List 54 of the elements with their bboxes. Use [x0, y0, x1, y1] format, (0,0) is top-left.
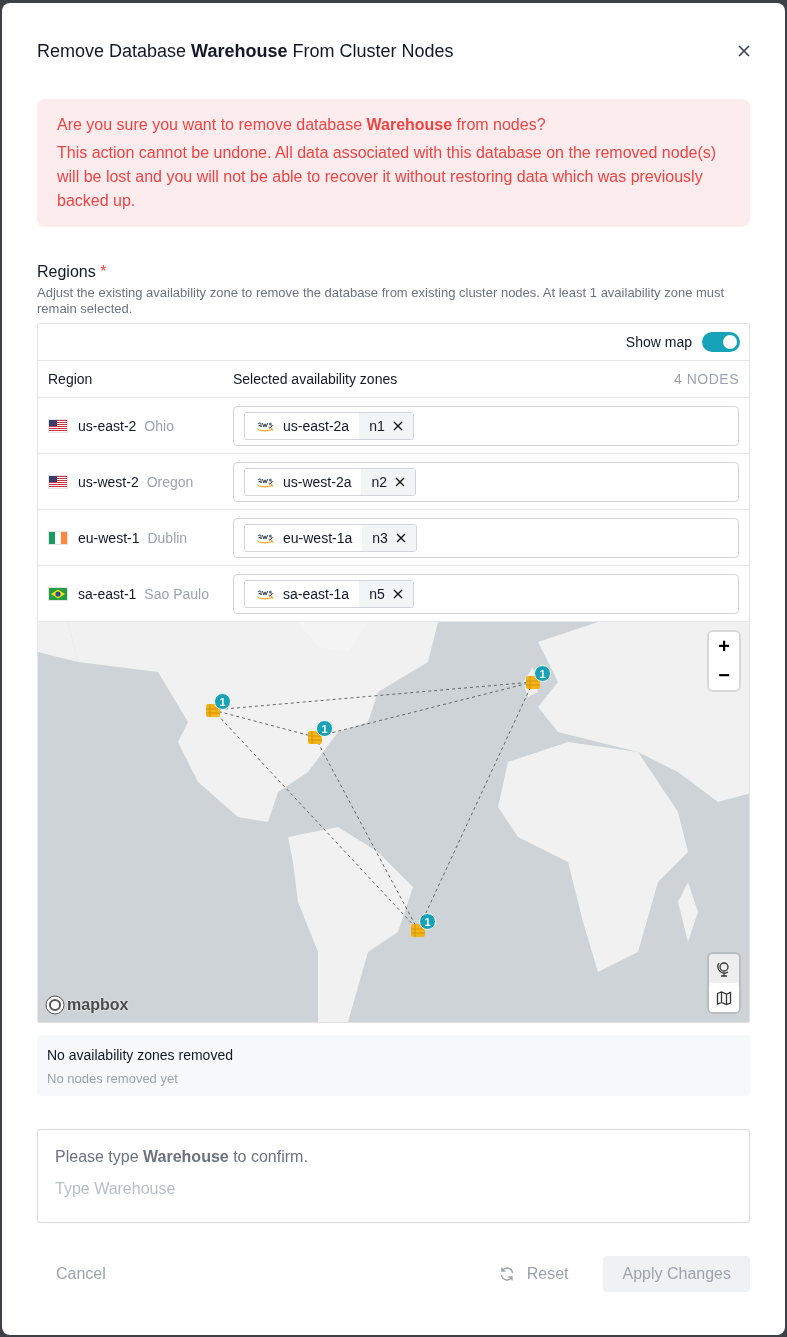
summary-subtitle: No nodes removed yet [47, 1071, 179, 1086]
zone-name: us-east-2a [283, 417, 350, 434]
node-tag: n3 [362, 524, 394, 551]
database-marker-icon[interactable] [410, 922, 426, 938]
node-tag: n1 [359, 412, 391, 439]
node-count: 4 NODES [674, 371, 739, 387]
field-label: Regions [37, 263, 96, 280]
field-hint: Adjust the existing availability zone to remove the database from existing cluster nodes. At least 1 availability zone must remain selected. [37, 285, 726, 317]
zone-name: eu-west-1a [283, 529, 353, 546]
alert-heading: Are you sure you want to remove database Warehouse from nodes? [57, 115, 547, 135]
zone-select[interactable]: us-west-2a n2 [233, 461, 739, 502]
dialog-title: Remove Database Warehouse From Cluster Nodes [37, 40, 454, 62]
us-flag-icon [48, 418, 68, 433]
database-marker-icon[interactable] [205, 702, 221, 718]
us-flag-icon [48, 474, 68, 489]
region-city: Ohio [144, 417, 174, 434]
database-marker-icon[interactable] [307, 729, 323, 745]
region-city: Dublin [147, 529, 188, 546]
mapbox-wordmark: mapbox [67, 996, 129, 1014]
aws-logo-icon [255, 531, 275, 544]
zone-select[interactable]: us-east-2a n1 [233, 405, 739, 446]
node-tag: n2 [361, 468, 394, 495]
summary-title: No availability zones removed [47, 1047, 234, 1063]
map-icon[interactable] [709, 983, 739, 1012]
region-city: Oregon [146, 473, 194, 490]
region-code: us-east-2 [78, 417, 137, 434]
region-city: Sao Paulo [144, 585, 209, 602]
remove-icon[interactable] [390, 580, 413, 607]
region-code: us-west-2 [78, 473, 139, 490]
toggle-label: Show map [625, 334, 692, 350]
zone-name: sa-east-1a [283, 585, 350, 602]
ireland-flag-icon [48, 530, 68, 545]
alert-message: This action cannot be undone. All data associated with this database on the removed node(s) will be lost and you will not be able to recover it without restoring data which was previously backed up. [57, 143, 718, 211]
show-map-toggle[interactable] [702, 332, 740, 352]
zone-name: us-west-2a [283, 473, 352, 490]
aws-logo-icon [255, 419, 275, 432]
aws-logo-icon [255, 475, 275, 488]
region-code: eu-west-1 [78, 529, 140, 546]
remove-icon[interactable] [393, 468, 416, 495]
column-header: Region [48, 371, 94, 387]
region-code: sa-east-1 [78, 585, 137, 602]
zone-select[interactable]: sa-east-1a n5 [233, 573, 739, 614]
column-header: Selected availability zones [233, 371, 399, 387]
mapbox-logo-icon [45, 995, 65, 1015]
brazil-flag-icon [48, 586, 68, 601]
remove-icon[interactable] [393, 524, 416, 551]
database-marker-icon[interactable] [525, 674, 541, 690]
remove-icon[interactable] [390, 412, 413, 439]
node-tag: n5 [359, 580, 391, 607]
required-mark: * [100, 263, 107, 280]
refresh-icon [498, 1266, 515, 1282]
aws-logo-icon [255, 587, 275, 600]
zone-select[interactable]: eu-west-1a n3 [233, 517, 739, 558]
confirm-prompt: Please type Warehouse to confirm. [55, 1148, 309, 1166]
